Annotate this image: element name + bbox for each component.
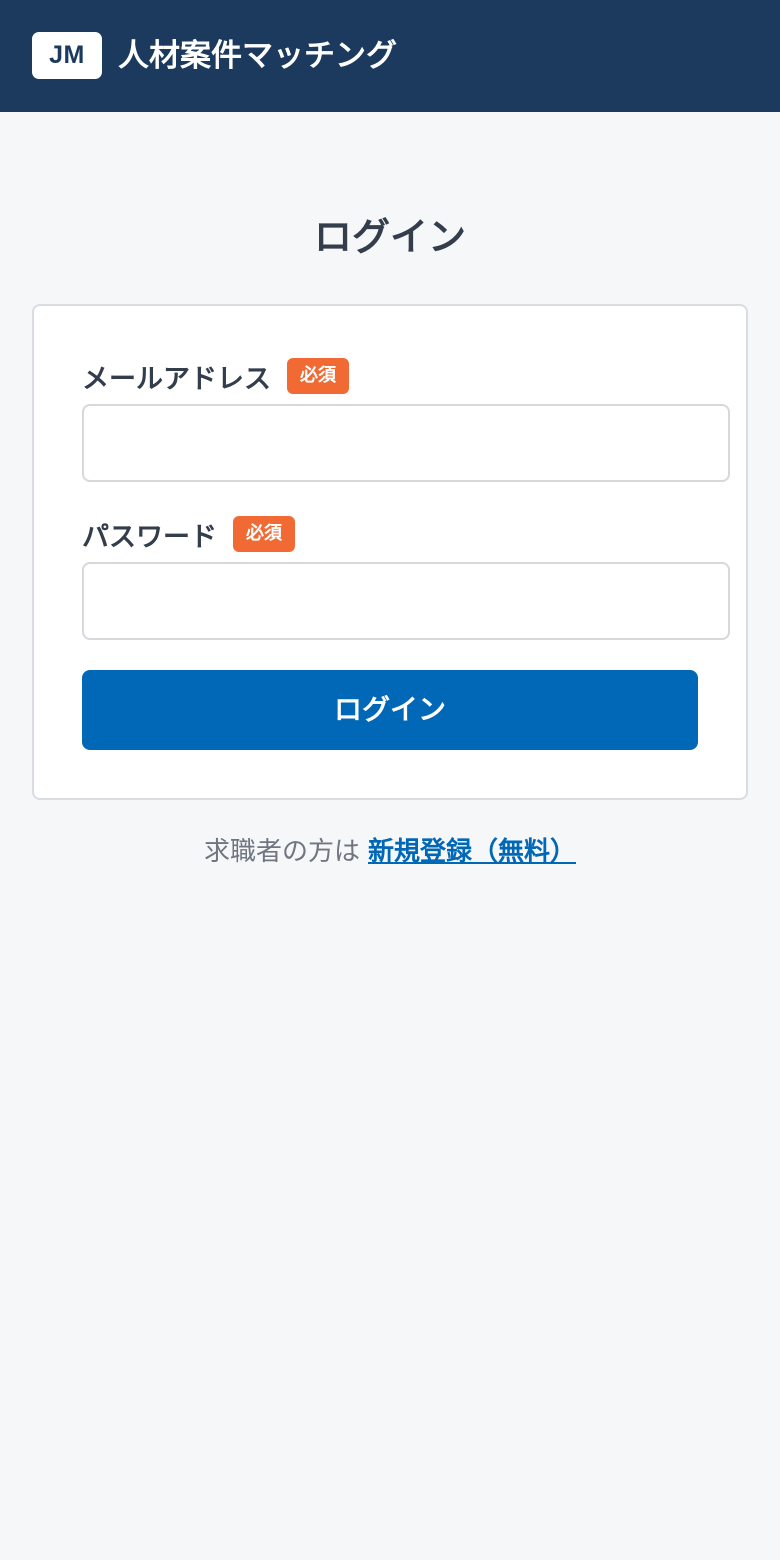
- password-label: パスワード: [82, 521, 217, 553]
- password-label-row: パスワード 必須: [82, 516, 295, 553]
- password-required-badge: 必須: [233, 516, 295, 552]
- email-required-badge: 必須: [287, 358, 349, 394]
- email-label: メールアドレス: [82, 363, 271, 395]
- app-title: 人材案件マッチング: [118, 38, 397, 74]
- register-prefix: 求職者の方は: [203, 837, 360, 867]
- register-link[interactable]: 新規登録（無料）: [368, 837, 576, 867]
- logo[interactable]: JM: [32, 32, 102, 79]
- email-label-row: メールアドレス 必須: [82, 358, 349, 395]
- password-input[interactable]: [82, 562, 730, 640]
- login-form-card: メールアドレス 必須 パスワード 必須 ログイン: [32, 304, 748, 800]
- login-button[interactable]: ログイン: [82, 670, 698, 750]
- email-input[interactable]: [82, 404, 730, 482]
- page-title: ログイン: [313, 215, 466, 259]
- app-header: JM 人材案件マッチング: [0, 0, 780, 112]
- register-prompt: 求職者の方は 新規登録（無料）: [0, 832, 780, 872]
